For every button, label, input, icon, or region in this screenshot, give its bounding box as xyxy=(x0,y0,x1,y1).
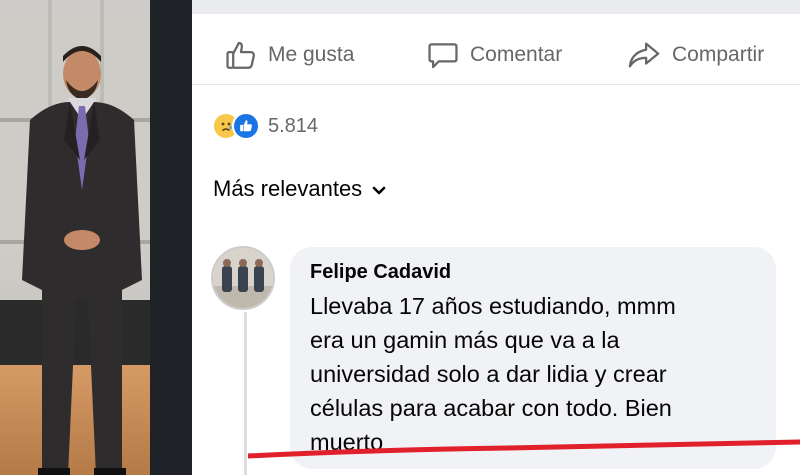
group-photo-thumbnail xyxy=(213,248,273,308)
reaction-count: 5.814 xyxy=(268,114,319,137)
comment-bubble-icon xyxy=(426,38,460,72)
comment-line: Llevaba 17 años estudiando, mmm xyxy=(310,293,676,319)
like-label: Me gusta xyxy=(268,43,355,66)
post-action-bar: Me gusta Comentar Compartir xyxy=(192,26,800,85)
comment-line: muerto xyxy=(310,429,384,455)
reactions-summary[interactable]: 5.814 xyxy=(212,112,318,140)
person-photo xyxy=(0,0,150,475)
like-button[interactable]: Me gusta xyxy=(224,40,354,70)
comment-line: células para acabar con todo. Bien xyxy=(310,395,672,421)
man-in-suit-figure xyxy=(22,46,142,475)
comment-bubble[interactable]: Felipe Cadavid Llevaba 17 años estudiand… xyxy=(290,247,776,469)
comment-sort-label: Más relevantes xyxy=(213,176,363,201)
comment-label: Comentar xyxy=(470,43,563,66)
thumbs-up-icon xyxy=(224,38,258,72)
image-divider xyxy=(150,0,192,475)
comment-line: era un gamin más que va a la xyxy=(310,327,620,353)
share-button[interactable]: Compartir xyxy=(626,40,764,70)
comment-button[interactable]: Comentar xyxy=(426,40,562,70)
comment-sort-dropdown[interactable]: Más relevantes xyxy=(213,176,386,202)
share-label: Compartir xyxy=(672,43,765,66)
comment-author[interactable]: Felipe Cadavid xyxy=(310,261,451,284)
comment-text: Llevaba 17 años estudiando, mmm era un g… xyxy=(310,289,760,459)
post-top-edge xyxy=(192,0,800,14)
chevron-down-icon xyxy=(372,176,386,202)
comment-thread-line xyxy=(244,312,247,475)
like-reaction-icon xyxy=(232,112,260,140)
comment-line: universidad solo a dar lidia y crear xyxy=(310,361,667,387)
facebook-post-card: Me gusta Comentar Compartir 5.814 Más re… xyxy=(192,0,800,475)
share-arrow-icon xyxy=(626,38,662,72)
commenter-avatar[interactable] xyxy=(211,246,275,310)
